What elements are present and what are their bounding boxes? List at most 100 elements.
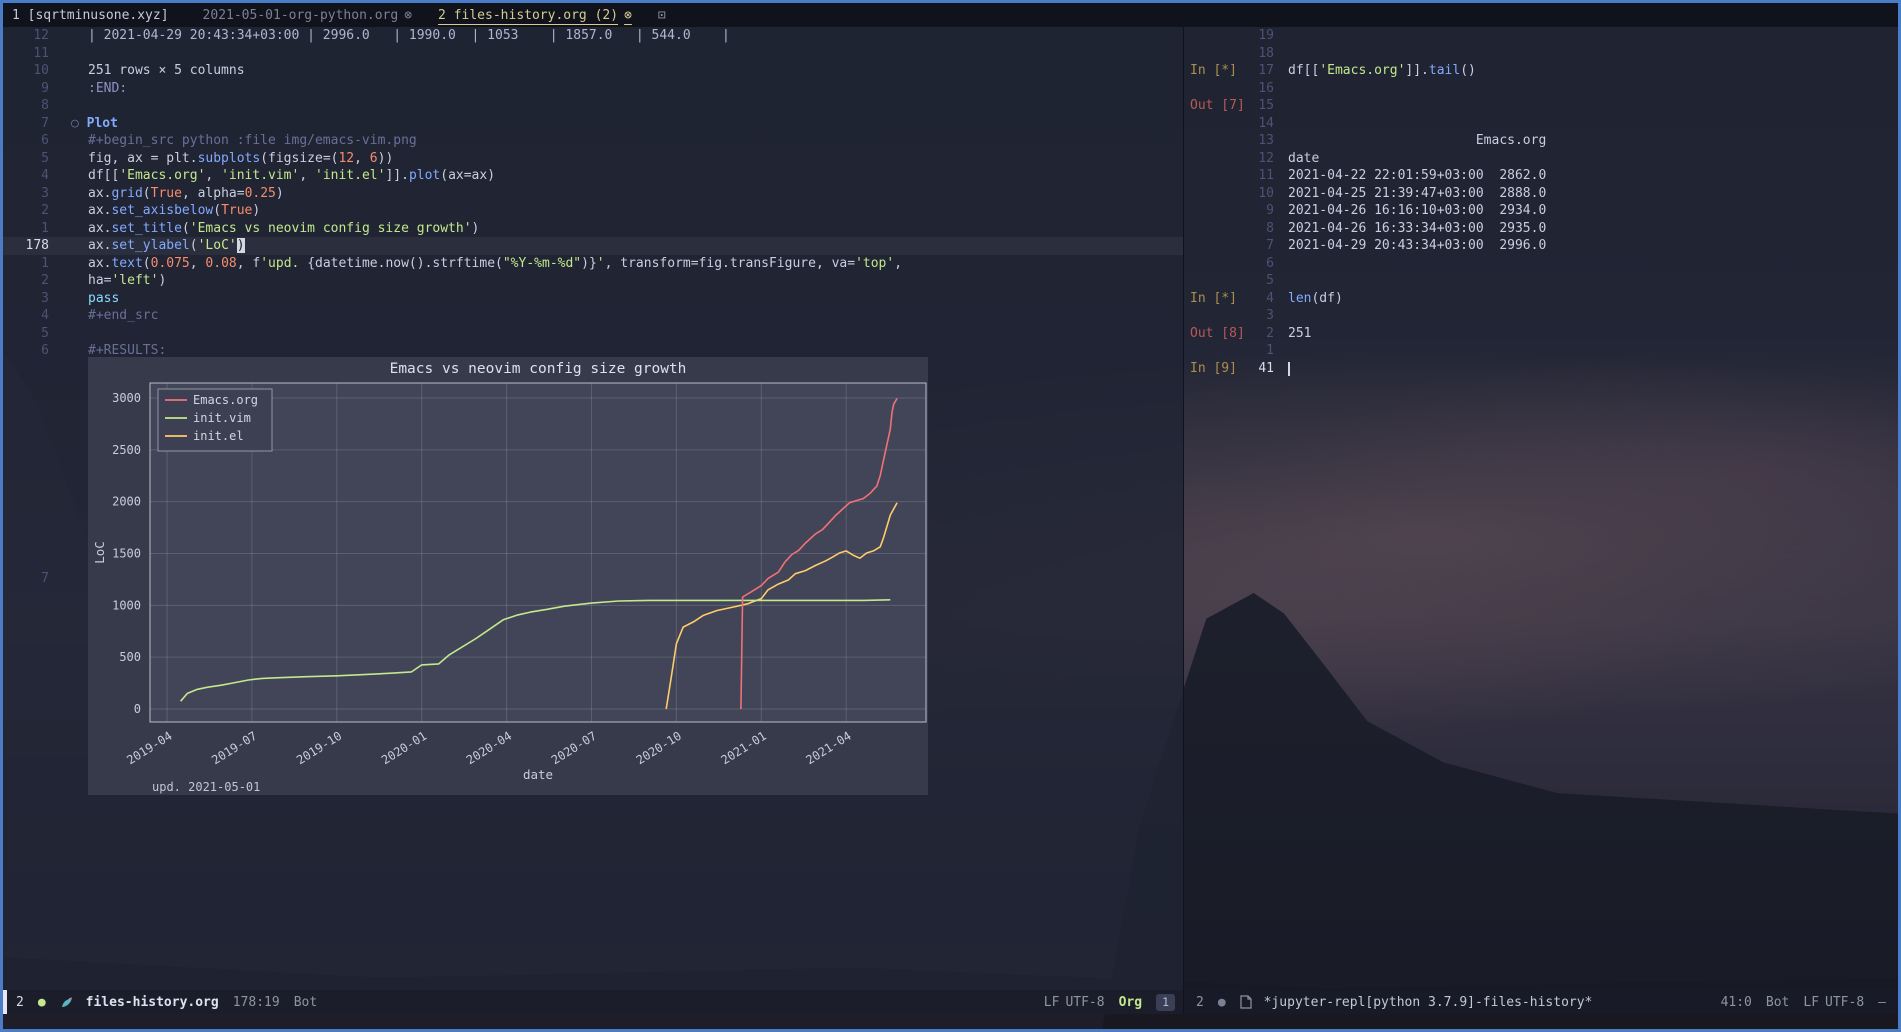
code-segment: set_title [111, 221, 181, 236]
line-number: 12 [3, 27, 49, 45]
tab-close-icon[interactable]: ⊗ [404, 8, 412, 23]
line-text: #+end_src [49, 307, 158, 325]
repl-line[interactable]: 92021-04-26 16:16:10+03:00 2934.0 [1184, 202, 1898, 220]
modeline-org-buffer[interactable]: 2 ● files-history.org 178:19 Bot LF UTF-… [3, 990, 1183, 1014]
code-segment: 'init.vim' [221, 168, 299, 183]
line-text: fig, ax = plt.subplots(figsize=(12, 6)) [49, 150, 393, 168]
repl-line[interactable]: In [*]4len(df) [1184, 290, 1898, 308]
repl-line[interactable]: 12date [1184, 150, 1898, 168]
tab-label: 2 files-history.org (2) [438, 8, 618, 23]
repl-prompt-margin [1184, 115, 1248, 133]
line-text: ○ Plot [49, 115, 118, 133]
code-segment: ( [190, 238, 198, 253]
code-line[interactable]: 11 [3, 45, 1183, 63]
repl-line[interactable]: 13 Emacs.org [1184, 132, 1898, 150]
tab-files-history[interactable]: 2 files-history.org (2) ⊗ [438, 8, 632, 23]
repl-line[interactable]: 82021-04-26 16:33:34+03:00 2935.0 [1184, 220, 1898, 238]
tab-org-python[interactable]: 2021-05-01-org-python.org⊗ [203, 8, 413, 23]
code-segment: #+end_src [88, 308, 158, 323]
repl-line[interactable]: 16 [1184, 80, 1898, 98]
repl-line[interactable]: Out [7]15 [1184, 97, 1898, 115]
repl-in-prompt: In [*] [1184, 290, 1248, 308]
repl-line[interactable]: 5 [1184, 272, 1898, 290]
repl-line[interactable]: Out [8]2251 [1184, 325, 1898, 343]
org-buffer-window[interactable]: 12 | 2021-04-29 20:43:34+03:00 | 2996.0 |… [3, 27, 1183, 990]
line-text [1274, 45, 1288, 63]
repl-line[interactable]: 3 [1184, 307, 1898, 325]
code-line[interactable]: 7○ Plot [3, 115, 1183, 133]
code-line[interactable]: 1ax.set_title('Emacs vs neovim config si… [3, 220, 1183, 238]
code-line[interactable]: 8 [3, 97, 1183, 115]
code-segment: | 2021-04-29 20:43:34+03:00 | 2996.0 | 1… [88, 28, 730, 43]
line-text: 251 [1274, 325, 1311, 343]
cursor-position: 41:0 [1721, 995, 1752, 1010]
code-segment: 'Emacs vs neovim config size growth' [190, 221, 472, 236]
tab-close-icon[interactable]: ⊗ [624, 8, 632, 23]
repl-prompt-margin [1184, 167, 1248, 185]
code-segment: 251 rows × 5 columns [88, 63, 245, 78]
repl-prompt-margin [1184, 237, 1248, 255]
line-text: ax.set_title('Emacs vs neovim config siz… [49, 220, 479, 238]
repl-line[interactable]: In [*]17df[['Emacs.org']].tail() [1184, 62, 1898, 80]
code-line[interactable]: 2ax.set_axisbelow(True) [3, 202, 1183, 220]
line-number: 7 [1248, 237, 1274, 255]
repl-line[interactable]: 102021-04-25 21:39:47+03:00 2888.0 [1184, 185, 1898, 203]
line-text: df[['Emacs.org']].tail() [1274, 62, 1476, 80]
line-text: ax.set_ylabel('LoC') [49, 237, 245, 255]
code-segment: fig, ax = plt. [88, 151, 198, 166]
repl-prompt-margin [1184, 307, 1248, 325]
repl-line[interactable]: In [9]41 [1184, 360, 1898, 378]
repl-prompt-margin [1184, 80, 1248, 98]
code-line[interactable]: 9:END: [3, 80, 1183, 98]
line-text: 2021-04-29 20:43:34+03:00 2996.0 [1274, 237, 1546, 255]
code-line[interactable]: 3pass [3, 290, 1183, 308]
code-segment: ax. [88, 221, 111, 236]
repl-line[interactable]: 112021-04-22 22:01:59+03:00 2862.0 [1184, 167, 1898, 185]
svg-text:0: 0 [134, 702, 141, 716]
code-segment: 'left' [111, 273, 158, 288]
line-text [49, 45, 88, 63]
code-line[interactable]: 2ha='left') [3, 272, 1183, 290]
repl-line[interactable]: 72021-04-29 20:43:34+03:00 2996.0 [1184, 237, 1898, 255]
jupyter-repl-window[interactable]: 1918In [*]17df[['Emacs.org']].tail()16Ou… [1183, 27, 1898, 990]
repl-line[interactable]: 19 [1184, 27, 1898, 45]
line-number: 13 [1248, 132, 1274, 150]
line-number: 17 [1248, 62, 1274, 80]
code-segment: () [1460, 63, 1476, 78]
repl-prompt-margin [1184, 27, 1248, 45]
code-line[interactable]: 10251 rows × 5 columns [3, 62, 1183, 80]
line-text [1274, 97, 1288, 115]
repl-line[interactable]: 1 [1184, 342, 1898, 360]
line-number: 3 [1248, 307, 1274, 325]
modeline-right-right-group: 41:0 Bot LF UTF-8 — [1721, 995, 1886, 1010]
code-segment: #+begin_src python :file img/emacs-vim.p… [88, 133, 417, 148]
code-segment: set_axisbelow [111, 203, 213, 218]
repl-line[interactable]: 14 [1184, 115, 1898, 133]
code-segment: 0.08 [205, 256, 236, 271]
line-number: 12 [1248, 150, 1274, 168]
line-number: 2 [3, 272, 49, 290]
new-tab-button[interactable]: ⊡ [658, 8, 666, 23]
code-segment: 'top' [855, 256, 894, 271]
code-line[interactable]: 1ax.text(0.075, 0.08, f'upd. {datetime.n… [3, 255, 1183, 273]
repl-line[interactable]: 18 [1184, 45, 1898, 63]
modeline-repl-buffer[interactable]: 2 ● *jupyter-repl[python 3.7.9]-files-hi… [1183, 990, 1898, 1014]
code-segment: ) [158, 273, 166, 288]
code-segment: 12 [338, 151, 354, 166]
code-line[interactable]: 5fig, ax = plt.subplots(figsize=(12, 6)) [3, 150, 1183, 168]
major-mode[interactable]: Org [1119, 995, 1142, 1010]
code-line[interactable]: 4#+end_src [3, 307, 1183, 325]
code-line[interactable]: 6#+begin_src python :file img/emacs-vim.… [3, 132, 1183, 150]
code-line[interactable]: 178ax.set_ylabel('LoC') [3, 237, 1183, 255]
code-line[interactable]: 3ax.grid(True, alpha=0.25) [3, 185, 1183, 203]
encoding-indicator: UTF-8 [1065, 995, 1104, 1010]
code-segment: 'upd. [260, 256, 307, 271]
code-line[interactable]: 5 [3, 325, 1183, 343]
line-number: 19 [1248, 27, 1274, 45]
echo-area[interactable] [3, 1014, 1898, 1029]
svg-text:2000: 2000 [112, 494, 141, 508]
code-line[interactable]: 12 | 2021-04-29 20:43:34+03:00 | 2996.0 |… [3, 27, 1183, 45]
code-line[interactable]: 4df[['Emacs.org', 'init.vim', 'init.el']… [3, 167, 1183, 185]
repl-line[interactable]: 6 [1184, 255, 1898, 273]
code-segment: :END: [88, 81, 127, 96]
